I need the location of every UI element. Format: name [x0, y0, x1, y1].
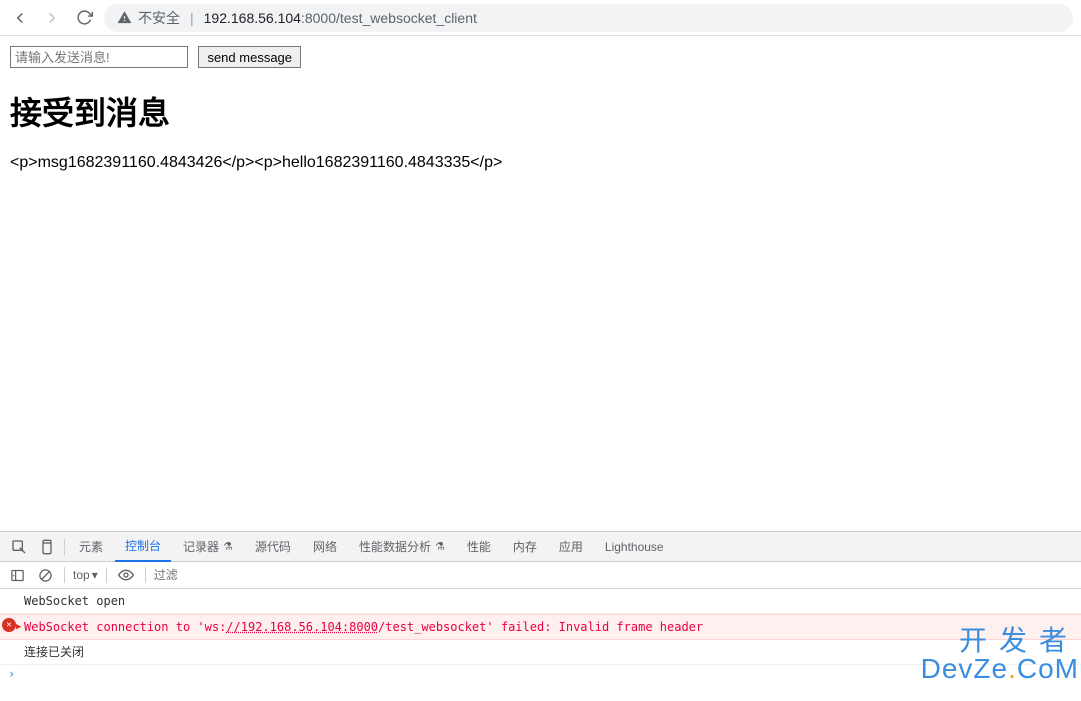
address-bar[interactable]: 不安全 | 192.168.56.104:8000/test_websocket… [104, 4, 1073, 32]
device-toggle-icon[interactable] [34, 534, 60, 560]
live-expression-icon[interactable] [115, 564, 137, 586]
divider: | [190, 10, 194, 26]
subbar-separator [145, 567, 146, 583]
tab-console[interactable]: 控制台 [115, 532, 171, 562]
received-heading: 接受到消息 [10, 88, 1071, 134]
url-text: 192.168.56.104:8000/test_websocket_clien… [204, 10, 477, 26]
sidebar-toggle-icon[interactable] [6, 564, 28, 586]
filter-input[interactable] [154, 568, 254, 582]
subbar-separator [106, 567, 107, 583]
insecure-label: 不安全 [138, 8, 180, 28]
error-icon: ✕ [2, 618, 16, 632]
watermark-line1: 开发者 [921, 627, 1079, 655]
tab-network[interactable]: 网络 [303, 532, 347, 562]
flask-icon: ⚗ [223, 532, 233, 562]
devtools-panel: 元素 控制台 记录器⚗ 源代码 网络 性能数据分析⚗ 性能 内存 应用 Ligh… [0, 531, 1081, 701]
tab-lighthouse[interactable]: Lighthouse [595, 532, 674, 562]
back-button[interactable] [8, 6, 32, 30]
subbar-separator [64, 567, 65, 583]
flask-icon: ⚗ [435, 532, 445, 562]
forward-button[interactable] [40, 6, 64, 30]
reload-button[interactable] [72, 6, 96, 30]
received-messages: <p>msg1682391160.4843426</p><p>hello1682… [10, 154, 1071, 172]
devtools-tabs: 元素 控制台 记录器⚗ 源代码 网络 性能数据分析⚗ 性能 内存 应用 Ligh… [0, 532, 1081, 562]
console-output: WebSocket open ✕ ▶ WebSocket connection … [0, 589, 1081, 683]
console-prompt[interactable]: › [0, 665, 1081, 683]
tabs-separator [64, 539, 65, 555]
console-toolbar: top ▾ [0, 562, 1081, 589]
warning-icon [116, 10, 132, 26]
tab-application[interactable]: 应用 [549, 532, 593, 562]
prompt-chevron-icon: › [8, 667, 15, 681]
tab-performance[interactable]: 性能 [457, 532, 501, 562]
watermark-line2: DevZe.CoM [921, 655, 1079, 683]
expand-arrow-icon[interactable]: ▶ [16, 618, 21, 636]
console-log-line: WebSocket open [0, 589, 1081, 614]
browser-toolbar: 不安全 | 192.168.56.104:8000/test_websocket… [0, 0, 1081, 36]
watermark: 开发者 DevZe.CoM [921, 627, 1081, 683]
tab-elements[interactable]: 元素 [69, 532, 113, 562]
page-content: send message 接受到消息 <p>msg1682391160.4843… [0, 36, 1081, 182]
console-log-line: 连接已关闭 [0, 640, 1081, 665]
tab-recorder[interactable]: 记录器⚗ [173, 532, 243, 562]
context-dropdown[interactable]: top ▾ [73, 568, 98, 582]
tab-memory[interactable]: 内存 [503, 532, 547, 562]
clear-console-icon[interactable] [34, 564, 56, 586]
send-button[interactable]: send message [198, 46, 301, 68]
tab-performance-insights[interactable]: 性能数据分析⚗ [349, 532, 455, 562]
tab-sources[interactable]: 源代码 [245, 532, 301, 562]
chevron-down-icon: ▾ [92, 568, 98, 582]
console-error-line: ✕ ▶ WebSocket connection to 'ws://192.16… [0, 614, 1081, 640]
inspect-icon[interactable] [6, 534, 32, 560]
message-input[interactable] [10, 46, 188, 68]
